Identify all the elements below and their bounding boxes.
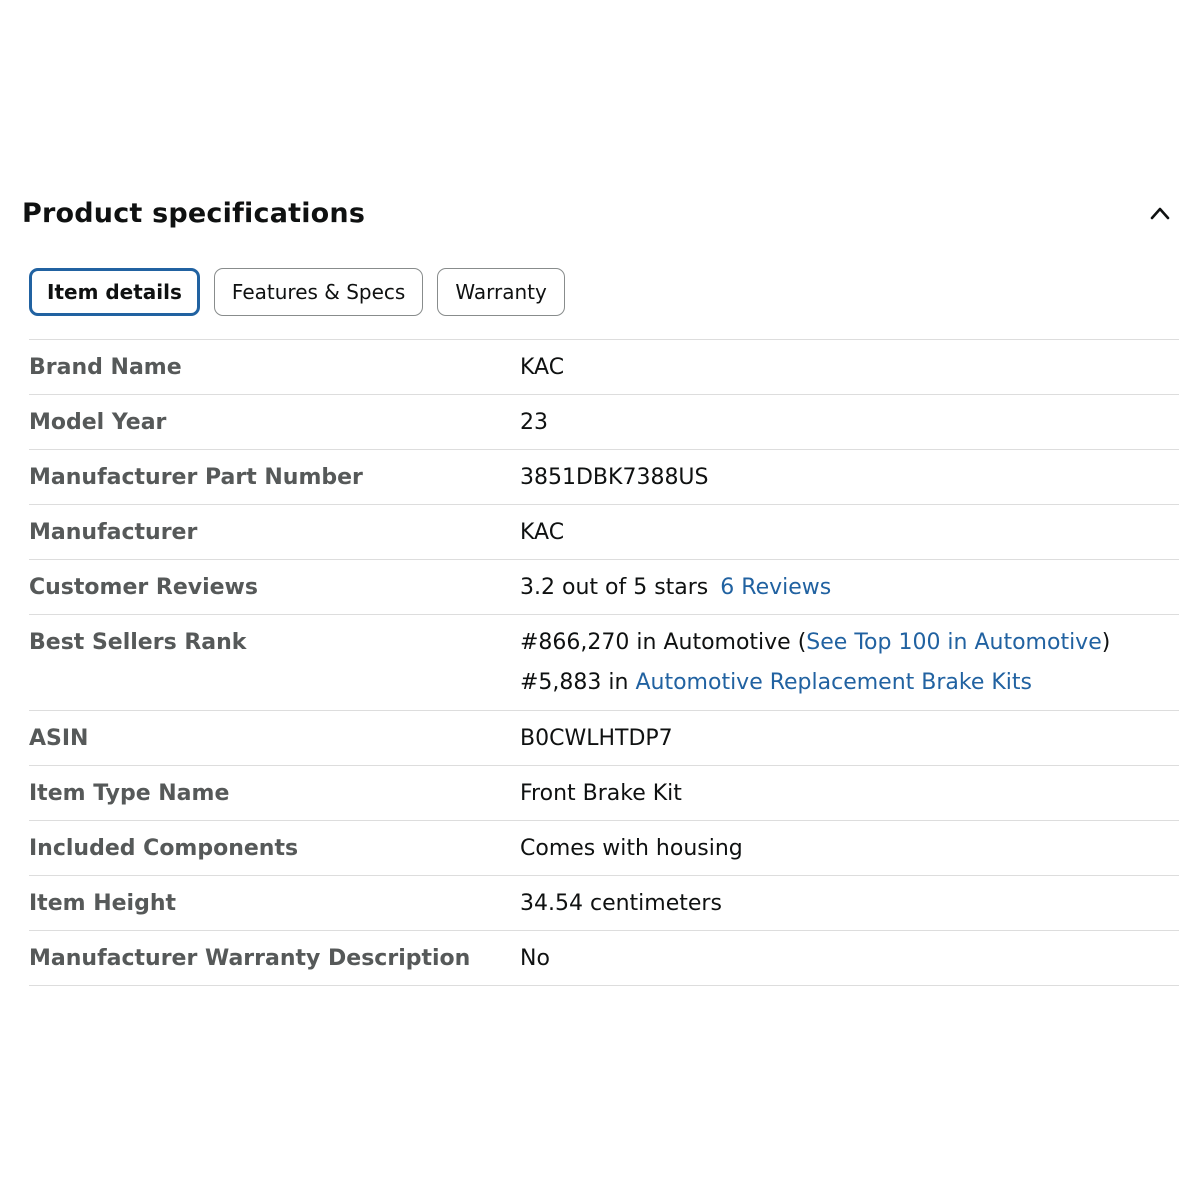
spec-value-included-components: Comes with housing (520, 836, 743, 861)
spec-label-asin: ASIN (29, 726, 89, 751)
table-row: Item Type Name Front Brake Kit (29, 766, 1179, 821)
spec-label-item-height: Item Height (29, 891, 177, 916)
section-header: Product specifications (22, 194, 1178, 238)
spec-value-asin: B0CWLHTDP7 (520, 726, 673, 751)
table-row: Manufacturer Part Number 3851DBK7388US (29, 450, 1179, 505)
table-row: Item Height 34.54 centimeters (29, 876, 1179, 931)
spec-value-manufacturer: KAC (520, 520, 565, 545)
rank-automotive-close: ) (1101, 630, 1111, 655)
brake-kits-category-link[interactable]: Automotive Replacement Brake Kits (635, 670, 1032, 695)
collapse-toggle-button[interactable] (1142, 196, 1178, 232)
spec-value-item-height: 34.54 centimeters (520, 891, 722, 916)
spec-label-best-sellers-rank: Best Sellers Rank (29, 630, 247, 655)
table-row: ASIN B0CWLHTDP7 (29, 711, 1179, 766)
chevron-up-icon (1150, 207, 1170, 220)
rank-brake-kits-text: #5,883 in (520, 670, 636, 695)
section-title: Product specifications (22, 198, 366, 229)
table-row: Included Components Comes with housing (29, 821, 1179, 876)
spec-value-model-year: 23 (520, 410, 548, 435)
spec-value-warranty-description: No (520, 946, 550, 971)
table-row: Brand Name KAC (29, 340, 1179, 395)
spec-value-part-number: 3851DBK7388US (520, 465, 709, 490)
spec-value-best-sellers-rank: #866,270 in Automotive (See Top 100 in A… (520, 615, 1179, 710)
spec-value-brand-name: KAC (520, 355, 565, 380)
table-row: Model Year 23 (29, 395, 1179, 450)
spec-label-manufacturer: Manufacturer (29, 520, 198, 545)
table-row: Manufacturer Warranty Description No (29, 931, 1179, 986)
table-row: Best Sellers Rank #866,270 in Automotive… (29, 615, 1179, 711)
rating-text: 3.2 out of 5 stars (520, 575, 709, 600)
spec-label-brand-name: Brand Name (29, 355, 182, 380)
spec-tabs: Item details Features & Specs Warranty (29, 268, 565, 316)
rank-line-brake-kits: #5,883 in Automotive Replacement Brake K… (520, 669, 1179, 697)
reviews-count: 6 (720, 575, 735, 600)
tab-warranty[interactable]: Warranty (437, 268, 565, 316)
spec-value-customer-reviews: 3.2 out of 5 stars 6 Reviews (520, 560, 1179, 614)
table-row: Manufacturer KAC (29, 505, 1179, 560)
spec-label-customer-reviews: Customer Reviews (29, 575, 258, 600)
spec-label-warranty-description: Manufacturer Warranty Description (29, 946, 471, 971)
reviews-link[interactable]: 6 Reviews (720, 575, 831, 600)
spec-value-item-type: Front Brake Kit (520, 781, 682, 806)
rank-line-automotive: #866,270 in Automotive (See Top 100 in A… (520, 629, 1179, 657)
tab-features-specs[interactable]: Features & Specs (213, 268, 424, 316)
tab-item-details[interactable]: Item details (29, 268, 200, 316)
product-specifications-section: Product specifications Item details Feat… (0, 0, 1200, 1200)
spec-label-item-type: Item Type Name (29, 781, 230, 806)
spec-label-part-number: Manufacturer Part Number (29, 465, 363, 490)
spec-label-included-components: Included Components (29, 836, 299, 861)
rank-automotive-text: #866,270 in Automotive ( (520, 630, 807, 655)
table-row: Customer Reviews 3.2 out of 5 stars 6 Rev… (29, 560, 1179, 615)
reviews-word: Reviews (741, 575, 832, 600)
spec-label-model-year: Model Year (29, 410, 167, 435)
spec-table: Brand Name KAC Model Year 23 Manufacture… (29, 339, 1179, 986)
see-top-100-link[interactable]: See Top 100 in Automotive (806, 630, 1101, 655)
